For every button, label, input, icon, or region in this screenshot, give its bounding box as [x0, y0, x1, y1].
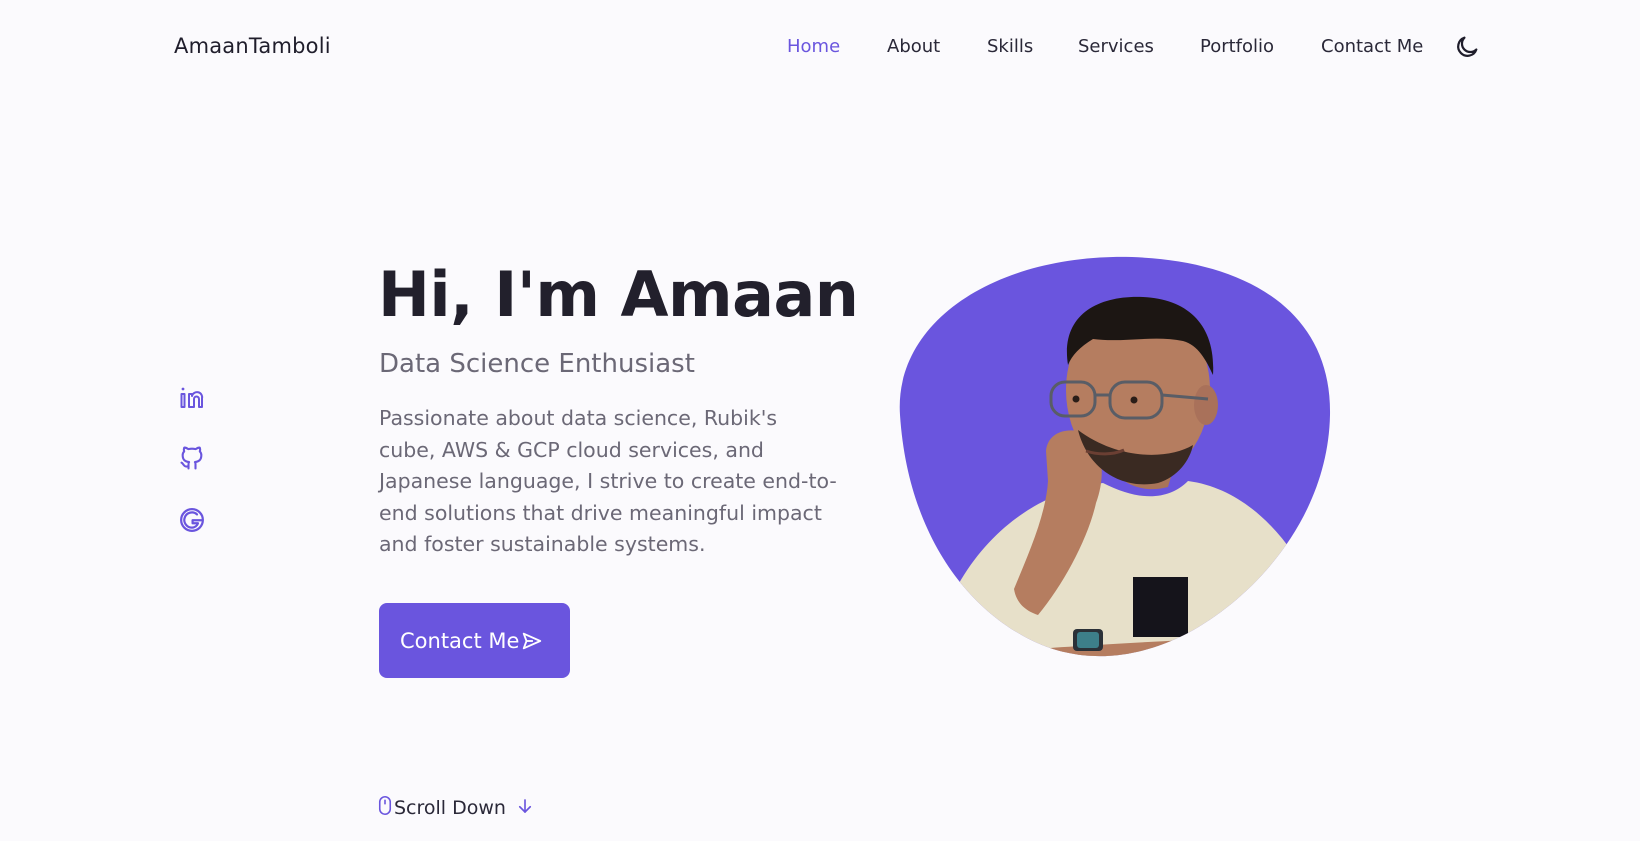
nav-home[interactable]: Home: [787, 36, 840, 57]
arrow-down-icon: [516, 797, 534, 819]
send-icon: [521, 630, 543, 652]
github-icon[interactable]: [178, 444, 206, 472]
logo[interactable]: AmaanTamboli: [174, 34, 331, 58]
profile-photo: [898, 255, 1332, 661]
contact-me-button[interactable]: Contact Me: [379, 603, 570, 678]
contact-me-label: Contact Me: [400, 628, 520, 653]
header: AmaanTamboli Home About Skills Services …: [0, 0, 1640, 96]
nav-contact[interactable]: Contact Me: [1321, 36, 1423, 57]
hero-title: Hi, I'm Amaan: [378, 258, 859, 331]
mouse-icon: [378, 795, 392, 820]
nav-portfolio[interactable]: Portfolio: [1200, 36, 1274, 57]
nav-about[interactable]: About: [887, 36, 940, 57]
nav-skills[interactable]: Skills: [987, 36, 1033, 57]
google-icon[interactable]: [178, 506, 206, 534]
moon-icon[interactable]: [1453, 33, 1481, 61]
scroll-down-link[interactable]: Scroll Down: [378, 795, 534, 820]
hero-description: Passionate about data science, Rubik's c…: [379, 406, 837, 556]
scroll-down-label: Scroll Down: [394, 796, 506, 819]
hero-subtitle: Data Science Enthusiast: [379, 349, 695, 379]
linkedin-icon[interactable]: [178, 384, 206, 412]
nav-services[interactable]: Services: [1078, 36, 1154, 57]
